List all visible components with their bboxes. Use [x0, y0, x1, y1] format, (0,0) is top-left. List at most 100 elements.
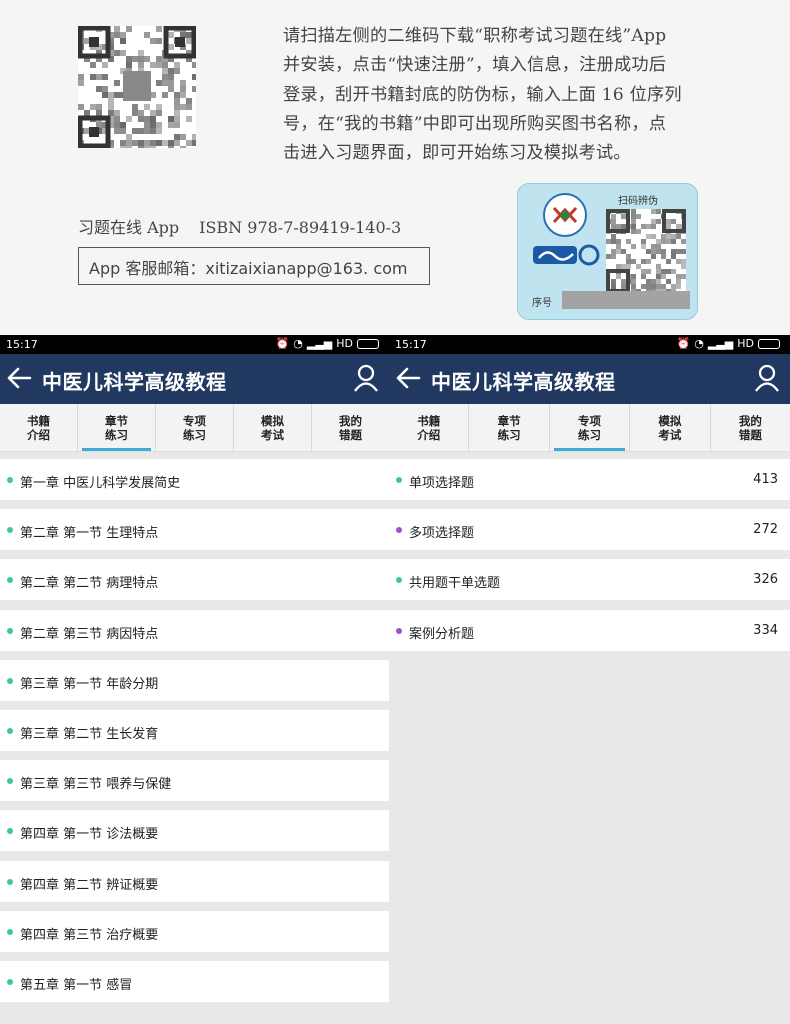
- question-count: 272: [753, 522, 778, 538]
- bullet-dot-icon: [7, 677, 13, 684]
- tab-mock-exam[interactable]: 模拟 考试: [234, 404, 312, 451]
- user-icon[interactable]: [754, 364, 780, 392]
- tab-bar: 书籍 介绍 章节 练习 专项 练习 模拟 考试 我的 错题: [389, 404, 790, 452]
- bullet-dot-icon: [7, 828, 13, 835]
- back-arrow-icon[interactable]: [4, 360, 34, 396]
- list-item-label: 第二章 第三节 病因特点: [20, 626, 159, 642]
- serial-label: 序号: [532, 298, 552, 309]
- signal-icon: ▂▃▅: [306, 337, 333, 350]
- tab-mock-exam[interactable]: 模拟 考试: [630, 404, 711, 451]
- tab-label: 书籍: [27, 414, 50, 428]
- tab-label: 错题: [738, 428, 762, 442]
- list-item[interactable]: 第二章 第二节 病理特点: [0, 559, 389, 601]
- list-item[interactable]: 多项选择题 272: [389, 509, 790, 551]
- list-item[interactable]: 第四章 第一节 诊法概要: [0, 810, 389, 852]
- isbn-number: ISBN 978-7-89419-140-3: [199, 218, 402, 237]
- app-bar: 中医儿科学高级教程: [389, 354, 790, 404]
- publisher-logo: [533, 244, 600, 266]
- user-icon[interactable]: [353, 364, 379, 392]
- tab-label: 书籍: [417, 414, 441, 428]
- tab-label: 练习: [578, 428, 602, 442]
- anti-fake-qr-code[interactable]: [606, 209, 686, 293]
- alarm-icon: ⏰: [275, 337, 290, 350]
- seal-icon: [543, 193, 587, 237]
- list-item[interactable]: 第五章 第一节 感冒: [0, 960, 389, 1002]
- battery-icon: [357, 338, 379, 349]
- phone-screen-chapter-practice: 15:17 ⏰ ◔ ▂▃▅ HD 中医儿科学高级教程 书籍 介绍 章节 练习 专项练…: [0, 335, 389, 1024]
- list-item[interactable]: 第一章 中医儿科学发展简史: [0, 459, 389, 500]
- bullet-dot-icon: [396, 577, 402, 584]
- back-arrow-icon[interactable]: [393, 360, 423, 396]
- status-bar: 15:17 ⏰ ◔ ▂▃▅ HD: [389, 335, 790, 354]
- list-item-label: 案例分析题: [409, 626, 475, 642]
- list-item-label: 共用题干单选题: [409, 576, 501, 592]
- download-qr-code[interactable]: [78, 26, 196, 148]
- list-item[interactable]: 共用题干单选题 326: [389, 559, 790, 601]
- list-item[interactable]: 第四章 第二节 辨证概要: [0, 860, 389, 902]
- wifi-icon: ◔: [694, 337, 704, 350]
- tab-my-mistakes[interactable]: 我的 错题: [312, 404, 389, 451]
- bullet-dot-icon: [7, 778, 13, 785]
- bullet-dot-icon: [7, 527, 13, 534]
- list-item-label: 第三章 第三节 喂养与保健: [20, 777, 172, 793]
- status-bar: 15:17 ⏰ ◔ ▂▃▅ HD: [0, 335, 389, 354]
- anti-counterfeit-label: 扫码辨伪 序号: [517, 183, 698, 320]
- question-count: 326: [753, 572, 778, 588]
- list-item[interactable]: 第三章 第二节 生长发育: [0, 709, 389, 751]
- bullet-dot-icon: [7, 627, 13, 634]
- network-type: HD: [737, 337, 754, 350]
- list-item[interactable]: 第四章 第三节 治疗概要: [0, 910, 389, 952]
- tab-bar: 书籍 介绍 章节 练习 专项 练习 模拟 考试 我的 错题: [0, 404, 389, 452]
- chapter-list: 第一章 中医儿科学发展简史 第二章 第一节 生理特点 第二章 第二节 病理特点 …: [0, 452, 389, 1002]
- bullet-dot-icon: [7, 727, 13, 734]
- tab-label: 模拟: [261, 414, 284, 428]
- tab-label: 章节: [105, 414, 128, 428]
- tab-label: 错题: [339, 428, 362, 442]
- list-item[interactable]: 案例分析题 334: [389, 609, 790, 651]
- list-item[interactable]: 第二章 第一节 生理特点: [0, 509, 389, 551]
- support-email: App 客服邮箱：xitizaixianapp@163. com: [89, 259, 408, 278]
- tab-label: 练习: [105, 428, 128, 442]
- tab-chapter-practice[interactable]: 章节 练习: [78, 404, 156, 451]
- tab-label: 专项: [578, 414, 602, 428]
- list-item-label: 第四章 第二节 辨证概要: [20, 877, 159, 893]
- network-type: HD: [336, 337, 353, 350]
- list-item[interactable]: 第三章 第三节 喂养与保健: [0, 760, 389, 802]
- tab-my-mistakes[interactable]: 我的 错题: [711, 404, 790, 451]
- bullet-dot-icon: [7, 577, 13, 584]
- bullet-dot-icon: [396, 627, 402, 634]
- tab-book-intro[interactable]: 书籍 介绍: [0, 404, 78, 451]
- battery-icon: [758, 338, 780, 349]
- list-item-label: 第二章 第一节 生理特点: [20, 526, 159, 542]
- alarm-icon: ⏰: [676, 337, 691, 350]
- book-page-scan: 请扫描左侧的二维码下载“职称考试习题在线”App 并安装，点击“快速注册”，填入…: [0, 0, 790, 335]
- list-item-label: 第一章 中医儿科学发展简史: [20, 476, 181, 491]
- tab-label: 练习: [497, 428, 521, 442]
- tab-chapter-practice[interactable]: 章节 练习: [469, 404, 550, 451]
- scratch-serial-area[interactable]: [562, 291, 690, 309]
- bullet-dot-icon: [7, 477, 13, 483]
- instruction-line: 击进入习题界面，即可开始练习及模拟考试。: [283, 143, 631, 164]
- list-item-label: 第二章 第二节 病理特点: [20, 576, 159, 592]
- tab-special-practice[interactable]: 专项 练习: [550, 404, 631, 451]
- status-time: 15:17: [6, 338, 38, 351]
- download-instructions: 请扫描左侧的二维码下载“职称考试习题在线”App 并安装，点击“快速注册”，填入…: [283, 22, 723, 168]
- question-count: 334: [753, 622, 778, 638]
- list-item[interactable]: 第二章 第三节 病因特点: [0, 609, 389, 651]
- bullet-dot-icon: [7, 978, 13, 985]
- anti-fake-title: 扫码辨伪: [618, 196, 658, 207]
- isbn-app-name: 习题在线 App: [78, 218, 180, 237]
- list-item[interactable]: 第三章 第一节 年龄分期: [0, 659, 389, 701]
- page-title: 中医儿科学高级教程: [431, 370, 616, 394]
- instruction-line: 登录，刮开书籍封底的防伪标，输入上面 16 位序列: [283, 84, 682, 105]
- tab-book-intro[interactable]: 书籍 介绍: [389, 404, 470, 451]
- tab-special-practice[interactable]: 专项 练习: [156, 404, 234, 451]
- bullet-dot-icon: [396, 477, 402, 483]
- list-item[interactable]: 单项选择题 413: [389, 459, 790, 500]
- instruction-line: 并安装，点击“快速注册”，填入信息，注册成功后: [283, 55, 667, 76]
- bullet-dot-icon: [7, 878, 13, 885]
- page-title: 中医儿科学高级教程: [42, 370, 227, 394]
- instruction-line: 请扫描左侧的二维码下载“职称考试习题在线”App: [283, 26, 667, 46]
- tab-label: 模拟: [658, 414, 682, 428]
- app-bar: 中医儿科学高级教程: [0, 354, 389, 404]
